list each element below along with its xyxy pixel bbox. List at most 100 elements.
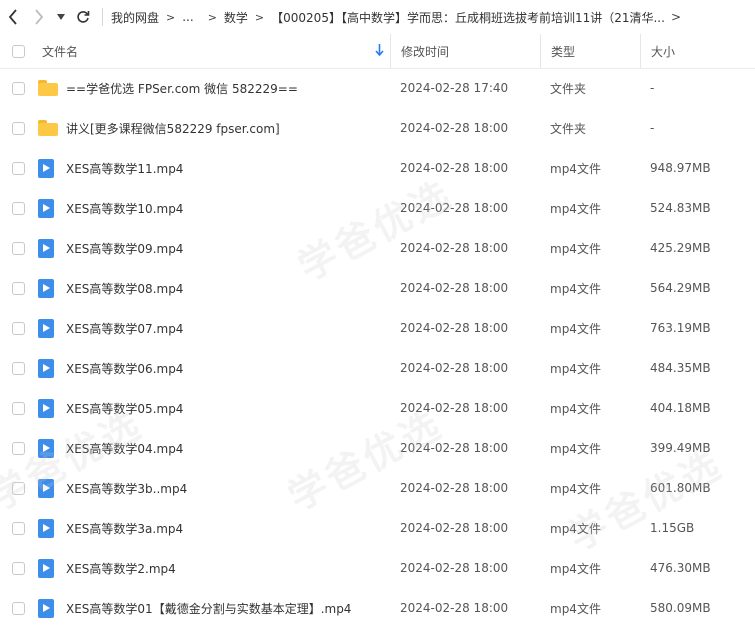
file-list-header: 文件名 修改时间 类型 大小 bbox=[0, 34, 755, 69]
row-checkbox[interactable] bbox=[12, 601, 25, 615]
row-checkbox[interactable] bbox=[12, 561, 25, 575]
file-name[interactable]: XES高等数学01【戴德金分割与实数基本定理】.mp4 bbox=[66, 600, 351, 617]
select-all-checkbox[interactable] bbox=[12, 44, 25, 58]
video-file-icon bbox=[38, 318, 66, 338]
back-button[interactable] bbox=[0, 0, 26, 34]
file-name[interactable]: XES高等数学09.mp4 bbox=[66, 240, 183, 257]
file-name[interactable]: XES高等数学11.mp4 bbox=[66, 160, 183, 177]
sort-down-icon[interactable] bbox=[375, 43, 384, 59]
chevron-right-icon: > bbox=[166, 10, 176, 24]
file-modified-time: 2024-02-28 18:00 bbox=[400, 241, 509, 255]
file-type: 文件夹 bbox=[550, 121, 587, 136]
file-row[interactable]: ==学爸优选 FPSer.com 微信 582229== 2024-02-28 1… bbox=[0, 68, 755, 108]
row-checkbox[interactable] bbox=[12, 281, 25, 295]
file-row[interactable]: 讲义[更多课程微信582229 fpser.com] 2024-02-28 18:… bbox=[0, 108, 755, 148]
refresh-icon bbox=[77, 11, 90, 23]
row-checkbox[interactable] bbox=[12, 201, 25, 215]
row-checkbox[interactable] bbox=[12, 481, 25, 495]
file-modified-time: 2024-02-28 18:00 bbox=[400, 441, 509, 455]
column-header-name[interactable]: 文件名 bbox=[38, 34, 390, 68]
file-name-cell: XES高等数学07.mp4 bbox=[38, 308, 390, 348]
file-row[interactable]: XES高等数学07.mp4 2024-02-28 18:00 mp4文件 763.19… bbox=[0, 308, 755, 348]
file-name[interactable]: XES高等数学06.mp4 bbox=[66, 360, 183, 377]
file-size: 425.29MB bbox=[650, 241, 711, 255]
breadcrumb: 我的网盘 > ... > 数学 > 【000205】【高中数学】学而思：丘成桐班… bbox=[111, 9, 755, 26]
file-name[interactable]: XES高等数学3a.mp4 bbox=[66, 520, 183, 537]
file-size: 484.35MB bbox=[650, 361, 711, 375]
file-size: 476.30MB bbox=[650, 561, 711, 575]
row-checkbox[interactable] bbox=[12, 321, 25, 335]
breadcrumb-item-root[interactable]: 我的网盘 bbox=[111, 9, 159, 26]
file-type: mp4文件 bbox=[550, 161, 601, 176]
file-size: 524.83MB bbox=[650, 201, 711, 215]
file-row[interactable]: XES高等数学01【戴德金分割与实数基本定理】.mp4 2024-02-28 18… bbox=[0, 588, 755, 628]
folder-icon bbox=[38, 80, 66, 96]
file-row[interactable]: XES高等数学05.mp4 2024-02-28 18:00 mp4文件 404.18… bbox=[0, 388, 755, 428]
file-size: 1.15GB bbox=[650, 521, 695, 535]
column-header-size[interactable]: 大小 bbox=[640, 34, 755, 68]
row-checkbox[interactable] bbox=[12, 121, 25, 135]
file-name[interactable]: XES高等数学10.mp4 bbox=[66, 200, 183, 217]
row-checkbox[interactable] bbox=[12, 361, 25, 375]
row-checkbox[interactable] bbox=[12, 401, 25, 415]
video-file-icon bbox=[38, 198, 66, 218]
file-name[interactable]: XES高等数学07.mp4 bbox=[66, 320, 183, 337]
file-modified-time: 2024-02-28 18:00 bbox=[400, 121, 509, 135]
column-header-time-label: 修改时间 bbox=[401, 44, 450, 59]
file-name[interactable]: XES高等数学05.mp4 bbox=[66, 400, 183, 417]
column-header-name-label: 文件名 bbox=[42, 44, 79, 59]
row-checkbox[interactable] bbox=[12, 81, 25, 95]
file-row[interactable]: XES高等数学08.mp4 2024-02-28 18:00 mp4文件 564.29… bbox=[0, 268, 755, 308]
column-header-type[interactable]: 类型 bbox=[540, 34, 640, 68]
column-header-time[interactable]: 修改时间 bbox=[390, 34, 540, 68]
breadcrumb-item-math[interactable]: 数学 bbox=[224, 9, 248, 26]
file-size: 404.18MB bbox=[650, 401, 711, 415]
file-row[interactable]: XES高等数学04.mp4 2024-02-28 18:00 mp4文件 399.49… bbox=[0, 428, 755, 468]
file-row[interactable]: XES高等数学3a.mp4 2024-02-28 18:00 mp4文件 1.15GB bbox=[0, 508, 755, 548]
file-row[interactable]: XES高等数学10.mp4 2024-02-28 18:00 mp4文件 524.83… bbox=[0, 188, 755, 228]
video-file-icon bbox=[38, 278, 66, 298]
file-name[interactable]: XES高等数学04.mp4 bbox=[66, 440, 183, 457]
file-size: 564.29MB bbox=[650, 281, 711, 295]
history-dropdown-button[interactable] bbox=[52, 0, 70, 34]
video-file-icon bbox=[38, 598, 66, 618]
file-modified-time: 2024-02-28 18:00 bbox=[400, 401, 509, 415]
row-select-cell bbox=[0, 321, 38, 335]
file-modified-time: 2024-02-28 18:00 bbox=[400, 481, 509, 495]
chevron-left-icon bbox=[8, 9, 17, 25]
column-header-type-label: 类型 bbox=[551, 44, 576, 59]
video-file-icon bbox=[38, 518, 66, 538]
row-select-cell bbox=[0, 361, 38, 375]
row-checkbox[interactable] bbox=[12, 241, 25, 255]
file-row[interactable]: XES高等数学09.mp4 2024-02-28 18:00 mp4文件 425.29… bbox=[0, 228, 755, 268]
breadcrumb-item-ellipsis[interactable]: ... bbox=[182, 10, 193, 24]
file-modified-time: 2024-02-28 18:00 bbox=[400, 601, 509, 615]
file-name[interactable]: ==学爸优选 FPSer.com 微信 582229== bbox=[66, 80, 298, 97]
file-modified-time: 2024-02-28 18:00 bbox=[400, 361, 509, 375]
file-size: 601.80MB bbox=[650, 481, 711, 495]
file-name[interactable]: XES高等数学08.mp4 bbox=[66, 280, 183, 297]
row-select-cell bbox=[0, 481, 38, 495]
file-name[interactable]: XES高等数学3b..mp4 bbox=[66, 480, 187, 497]
file-name[interactable]: XES高等数学2.mp4 bbox=[66, 560, 176, 577]
file-row[interactable]: XES高等数学3b..mp4 2024-02-28 18:00 mp4文件 601.8… bbox=[0, 468, 755, 508]
chevron-right-icon[interactable]: > bbox=[671, 10, 681, 24]
row-select-cell bbox=[0, 401, 38, 415]
file-row[interactable]: XES高等数学06.mp4 2024-02-28 18:00 mp4文件 484.35… bbox=[0, 348, 755, 388]
file-name-cell: ==学爸优选 FPSer.com 微信 582229== bbox=[38, 68, 390, 108]
file-name-cell: XES高等数学10.mp4 bbox=[38, 188, 390, 228]
row-checkbox[interactable] bbox=[12, 161, 25, 175]
forward-button[interactable] bbox=[26, 0, 52, 34]
file-row[interactable]: XES高等数学11.mp4 2024-02-28 18:00 mp4文件 948.97… bbox=[0, 148, 755, 188]
file-type: mp4文件 bbox=[550, 401, 601, 416]
row-checkbox[interactable] bbox=[12, 521, 25, 535]
file-size: - bbox=[650, 121, 655, 135]
file-size: 763.19MB bbox=[650, 321, 711, 335]
file-row[interactable]: XES高等数学2.mp4 2024-02-28 18:00 mp4文件 476.30M… bbox=[0, 548, 755, 588]
breadcrumb-item-current[interactable]: 【000205】【高中数学】学而思：丘成桐班选拔考前培训11讲（21清华... bbox=[271, 9, 665, 26]
chevron-right-icon bbox=[35, 9, 44, 25]
row-checkbox[interactable] bbox=[12, 441, 25, 455]
file-type: mp4文件 bbox=[550, 601, 601, 616]
refresh-button[interactable] bbox=[70, 0, 96, 34]
file-name[interactable]: 讲义[更多课程微信582229 fpser.com] bbox=[66, 120, 280, 137]
